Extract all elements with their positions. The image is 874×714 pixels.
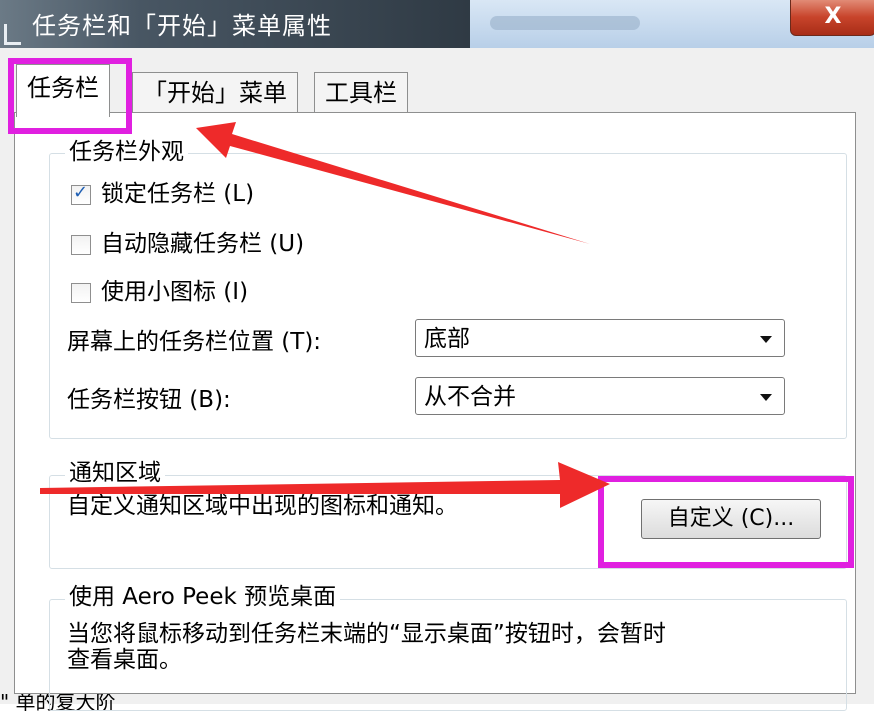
chevron-down-icon [760,394,772,401]
notification-legend: 通知区域 [65,459,165,487]
appearance-legend: 任务栏外观 [65,138,188,166]
taskbar-buttons-value: 从不合并 [424,384,516,410]
small-icons-checkbox[interactable] [71,283,91,303]
aero-peek-legend: 使用 Aero Peek 预览桌面 [65,583,341,611]
tab-panel: 任务栏外观 锁定任务栏 (L) 自动隐藏任务栏 (U) 使用小图标 (I) 屏幕… [14,112,856,711]
taskbar-buttons-label: 任务栏按钮 (B): [67,387,231,413]
aero-peek-description-line2: 查看桌面。 [67,647,182,673]
chevron-down-icon [760,336,772,343]
tab-start-menu[interactable]: 「开始」菜单 [132,72,298,113]
notification-description: 自定义通知区域中出现的图标和通知。 [67,493,458,519]
background-window-blur [490,16,640,30]
taskbar-location-select[interactable]: 底部 [415,319,785,357]
taskbar-location-value: 底部 [424,326,470,352]
customize-highlight-box [598,476,854,568]
lock-taskbar-label[interactable]: 锁定任务栏 (L) [101,179,254,209]
auto-hide-checkbox[interactable] [71,235,91,255]
tab-highlight-box [8,58,132,134]
title-bar: 任务栏和「开始」菜单属性 X [0,0,874,48]
auto-hide-label[interactable]: 自动隐藏任务栏 (U) [101,229,304,259]
window-title: 任务栏和「开始」菜单属性 [32,12,332,40]
taskbar-location-label: 屏幕上的任务栏位置 (T): [67,329,322,355]
taskbar-buttons-select[interactable]: 从不合并 [415,377,785,415]
window-icon [4,24,21,45]
close-button[interactable]: X [790,0,874,36]
lock-taskbar-checkbox[interactable] [71,182,91,205]
small-icons-label[interactable]: 使用小图标 (I) [101,277,248,307]
tab-toolbars[interactable]: 工具栏 [314,72,408,113]
